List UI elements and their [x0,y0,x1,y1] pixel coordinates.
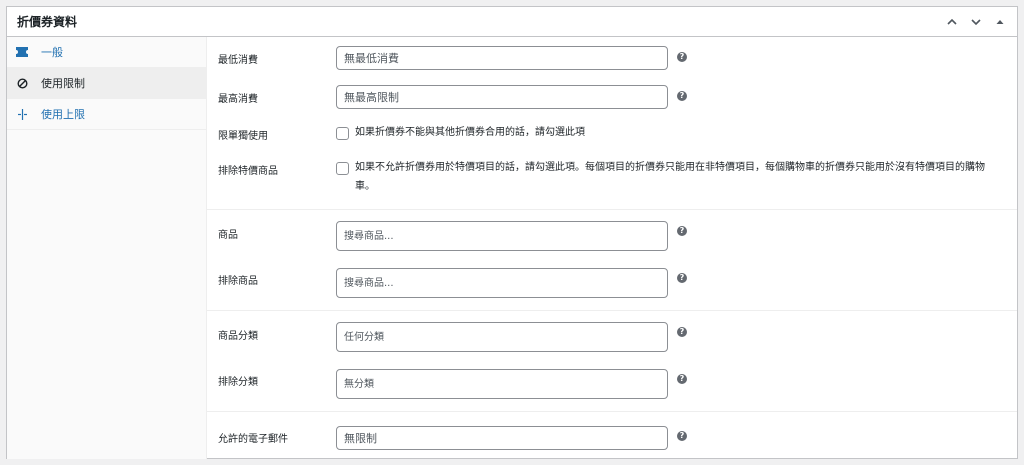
exclude-sale-label: 排除特價商品 [218,166,278,177]
coupon-data-panel: 折價券資料 一般 使用限制 使用上限 最低消費 無最低消費 ? 最高消費 無最高… [6,6,1018,459]
collapse-toggle-icon[interactable] [993,15,1007,29]
tab-general-label: 一般 [41,46,63,59]
exclude-sale-description-line2: 車。 [355,181,375,192]
individual-use-label: 限單獨使用 [218,131,268,142]
tab-usage-limits[interactable]: 使用上限 [7,99,206,130]
exclude-products-label: 排除商品 [218,276,258,287]
panel-header: 折價券資料 [7,7,1017,37]
individual-use-checkbox[interactable] [336,127,349,140]
products-help-icon[interactable]: ? [677,226,687,236]
chevron-down-icon[interactable] [969,15,983,29]
products-search-input[interactable] [336,221,668,251]
categories-group: 商品分類 ? 排除分類 ? [207,311,1017,412]
allowed-emails-help-icon[interactable]: ? [677,431,687,441]
ban-icon [15,76,29,90]
plus-arrows-icon [15,107,29,121]
max-spend-label: 最高消費 [218,94,258,105]
exclude-products-search-input[interactable] [336,268,668,298]
min-spend-label: 最低消費 [218,55,258,66]
exclude-products-help-icon[interactable]: ? [677,273,687,283]
panel-controls [945,15,1007,29]
exclude-sale-description-line1: 如果不允許折價券用於特價項目的話，請勾選此項。每個項目的折價券只能用在非特價項目… [355,162,985,173]
tab-general[interactable]: 一般 [7,37,206,68]
chevron-up-icon[interactable] [945,15,959,29]
max-spend-input[interactable] [336,85,668,109]
product-categories-label: 商品分類 [218,331,258,342]
usage-restriction-form: 最低消費 ? 最高消費 ? 限單獨使用 如果折價券不能與其他折價券合用的話，請勾… [207,37,1017,459]
products-label: 商品 [218,230,238,241]
coupon-tabs: 一般 使用限制 使用上限 [7,37,207,459]
exclude-categories-help-icon[interactable]: ? [677,374,687,384]
min-spend-input[interactable] [336,46,668,70]
tab-usage-restriction-label: 使用限制 [41,77,85,90]
min-spend-help-icon[interactable]: ? [677,52,687,62]
emails-group: 允許的電子郵件 ? [207,412,1017,458]
individual-use-description: 如果折價券不能與其他折價券合用的話，請勾選此項 [355,127,585,138]
products-group: 商品 ? 排除商品 ? [207,210,1017,311]
tab-usage-restriction[interactable]: 使用限制 [7,68,206,99]
exclude-sale-checkbox[interactable] [336,162,349,175]
exclude-categories-input[interactable] [336,369,668,399]
max-spend-help-icon[interactable]: ? [677,91,687,101]
panel-title: 折價券資料 [17,15,78,29]
spend-options-group: 最低消費 ? 最高消費 ? 限單獨使用 如果折價券不能與其他折價券合用的話，請勾… [207,37,1017,210]
exclude-categories-label: 排除分類 [218,377,258,388]
allowed-emails-label: 允許的電子郵件 [218,434,288,445]
tab-usage-limits-label: 使用上限 [41,108,85,121]
ticket-icon [15,45,29,59]
allowed-emails-input[interactable] [336,426,668,450]
product-categories-help-icon[interactable]: ? [677,327,687,337]
product-categories-input[interactable] [336,322,668,352]
